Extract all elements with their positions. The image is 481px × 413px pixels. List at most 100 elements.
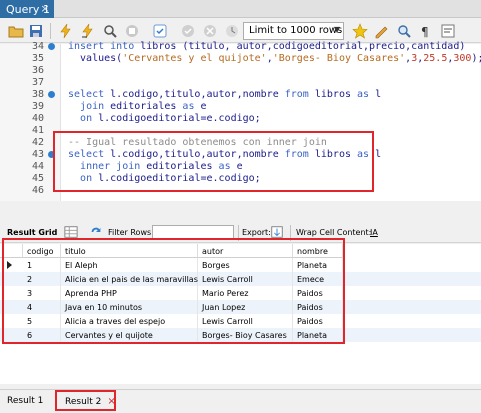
- cell-nombre[interactable]: Paidos: [293, 286, 343, 300]
- line-number: 42: [31, 137, 44, 148]
- cell-autor[interactable]: Mario Perez: [198, 286, 293, 300]
- column-header-titulo[interactable]: titulo: [61, 244, 198, 258]
- cell-nombre[interactable]: Paidos: [293, 300, 343, 314]
- table-row[interactable]: 4 Java en 10 minutos Juan Lopez Paidos: [0, 300, 481, 314]
- grid-view-icon[interactable]: [64, 225, 78, 239]
- editor-line: 38 select l.codigo,titulo,autor,nombre f…: [0, 89, 481, 101]
- editor-line: 42 -- Igual resultado obtenemos con inne…: [0, 137, 481, 149]
- editor-line: 45 on l.codigoeditorial=e.codigo;: [0, 173, 481, 185]
- cell-nombre[interactable]: Paidos: [293, 314, 343, 328]
- line-number: 41: [31, 125, 44, 136]
- result-tabs: Result 1 Result 2 ×: [0, 389, 481, 413]
- editor-line: 44 inner join editoriales as e: [0, 161, 481, 173]
- cell-titulo[interactable]: Aprenda PHP: [61, 286, 198, 300]
- cell-codigo[interactable]: 3: [23, 286, 61, 300]
- export-icon[interactable]: [270, 225, 284, 239]
- commit-icon[interactable]: [180, 23, 196, 39]
- table-row[interactable]: 2 Alicia en el pais de las maravillas Le…: [0, 272, 481, 286]
- code-line: on l.codigoeditorial=e.codigo;: [80, 173, 261, 184]
- result-grid[interactable]: codigo titulo autor nombre 1 El Aleph Bo…: [0, 244, 481, 384]
- beautify-icon[interactable]: [352, 23, 368, 39]
- chevron-down-icon: ▼: [333, 25, 340, 34]
- autocommit-icon[interactable]: [224, 23, 240, 39]
- cell-codigo[interactable]: 5: [23, 314, 61, 328]
- code-line: select l.codigo,titulo,autor,nombre from…: [68, 89, 382, 100]
- statement-marker-icon[interactable]: [48, 91, 55, 98]
- editor-line: 35 values('Cervantes y el quijote','Borg…: [0, 53, 481, 65]
- sql-editor-toolbar: Limit to 1000 rows ▼ ¶: [0, 19, 481, 43]
- save-icon[interactable]: [28, 23, 44, 39]
- execute-current-icon[interactable]: [80, 23, 96, 39]
- result-grid-label[interactable]: Result Grid: [7, 228, 57, 237]
- statement-marker-icon[interactable]: [48, 43, 55, 50]
- code-line: values('Cervantes y el quijote','Borges-…: [68, 53, 481, 64]
- close-icon[interactable]: ×: [107, 396, 115, 407]
- stop-icon[interactable]: [124, 23, 140, 39]
- line-number: 34: [31, 41, 44, 52]
- line-number: 46: [31, 185, 44, 196]
- column-header-codigo[interactable]: codigo: [23, 244, 61, 258]
- row-header-corner: [0, 244, 23, 258]
- table-row[interactable]: 5 Alicia a traves del espejo Lewis Carro…: [0, 314, 481, 328]
- tab-query-1[interactable]: Query 1 ×: [0, 0, 54, 18]
- wrap-cell-toggle[interactable]: IA: [370, 228, 378, 237]
- table-row[interactable]: 1 El Aleph Borges Planeta: [0, 258, 481, 272]
- code-line: inner join editoriales as e: [80, 161, 243, 172]
- table-row[interactable]: 6 Cervantes y el quijote Borges- Bioy Ca…: [0, 328, 481, 342]
- invisible-chars-icon[interactable]: ¶: [418, 23, 434, 39]
- tab-result-2[interactable]: Result 2 ×: [65, 396, 116, 407]
- cell-nombre[interactable]: Planeta: [293, 328, 343, 342]
- result-toolbar: Result Grid Filter Rows: Export: Wrap Ce…: [0, 223, 481, 243]
- editor-line: 36: [0, 65, 481, 77]
- refresh-icon[interactable]: [89, 225, 103, 239]
- statement-marker-icon[interactable]: [48, 151, 55, 158]
- line-number: 38: [31, 89, 44, 100]
- line-number: 45: [31, 173, 44, 184]
- code-line: select l.codigo,titulo,autor,nombre from…: [68, 149, 382, 160]
- line-number: 43: [31, 149, 44, 160]
- cell-autor[interactable]: Lewis Carroll: [198, 272, 293, 286]
- explain-icon[interactable]: [102, 23, 118, 39]
- cell-codigo[interactable]: 1: [23, 258, 61, 272]
- cell-titulo[interactable]: Alicia en el pais de las maravillas: [61, 272, 198, 286]
- cell-titulo[interactable]: El Aleph: [61, 258, 198, 272]
- column-header-nombre[interactable]: nombre: [293, 244, 343, 258]
- find-icon[interactable]: [374, 23, 390, 39]
- execute-icon[interactable]: [58, 23, 74, 39]
- word-wrap-icon[interactable]: [440, 23, 456, 39]
- tab-result-2-label: Result 2: [65, 397, 102, 407]
- cell-nombre[interactable]: Planeta: [293, 258, 343, 272]
- rollback-icon[interactable]: [202, 23, 218, 39]
- column-header-autor[interactable]: autor: [198, 244, 293, 258]
- cell-autor[interactable]: Lewis Carroll: [198, 314, 293, 328]
- editor-line: 41: [0, 125, 481, 137]
- editor-line: 46: [0, 185, 481, 197]
- sql-editor[interactable]: 34 insert into libros (titulo, autor,cod…: [0, 41, 481, 201]
- code-line: on l.codigoeditorial=e.codigo;: [80, 113, 261, 124]
- toggle-continue-icon[interactable]: [152, 23, 168, 39]
- close-icon[interactable]: ×: [39, 3, 51, 15]
- cell-autor[interactable]: Borges: [198, 258, 293, 272]
- filter-rows-input[interactable]: [152, 225, 234, 240]
- open-file-icon[interactable]: [8, 23, 24, 39]
- limit-rows-select[interactable]: Limit to 1000 rows ▼: [243, 22, 344, 40]
- cell-codigo[interactable]: 2: [23, 272, 61, 286]
- line-number: 36: [31, 65, 44, 76]
- table-row[interactable]: 3 Aprenda PHP Mario Perez Paidos: [0, 286, 481, 300]
- cell-nombre[interactable]: Emece: [293, 272, 343, 286]
- editor-line: 37: [0, 77, 481, 89]
- code-line: join editoriales as e: [80, 101, 207, 112]
- cell-titulo[interactable]: Cervantes y el quijote: [61, 328, 198, 342]
- cell-titulo[interactable]: Java en 10 minutos: [61, 300, 198, 314]
- cell-codigo[interactable]: 4: [23, 300, 61, 314]
- editor-line: 39 join editoriales as e: [0, 101, 481, 113]
- cell-titulo[interactable]: Alicia a traves del espejo: [61, 314, 198, 328]
- line-number: 40: [31, 113, 44, 124]
- cell-autor[interactable]: Juan Lopez: [198, 300, 293, 314]
- search-icon[interactable]: [396, 23, 412, 39]
- cell-autor[interactable]: Borges- Bioy Casares: [198, 328, 293, 342]
- export-label: Export:: [242, 228, 271, 237]
- cell-codigo[interactable]: 6: [23, 328, 61, 342]
- tab-result-1[interactable]: Result 1: [7, 396, 43, 406]
- code-comment: -- Igual resultado obtenemos con inner j…: [68, 137, 327, 148]
